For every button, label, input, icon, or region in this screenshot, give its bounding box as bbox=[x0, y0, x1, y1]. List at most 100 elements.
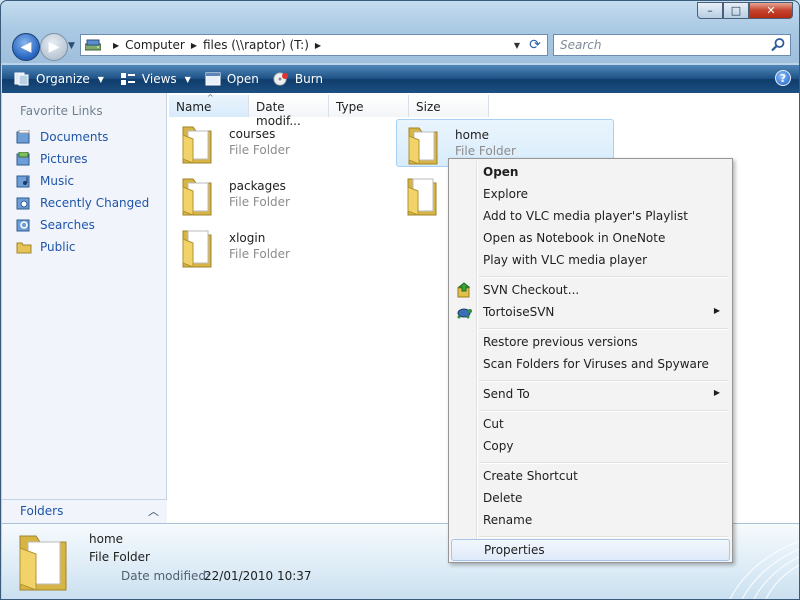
menu-separator bbox=[479, 462, 728, 464]
sidebar-item-public[interactable]: Public bbox=[16, 240, 76, 254]
menu-item-send-to[interactable]: Send To ▶ bbox=[451, 383, 730, 405]
open-button[interactable]: Open bbox=[205, 67, 259, 91]
menu-item-open-as-onenote-notebook[interactable]: Open as Notebook in OneNote bbox=[451, 227, 730, 249]
folder-icon bbox=[407, 178, 437, 216]
menu-item-open[interactable]: Open bbox=[451, 161, 730, 183]
column-header-name[interactable]: ^ Name bbox=[169, 93, 249, 117]
explorer-window: – □ ✕ ◀ ▶ ▼ ▶ Computer ▶ files (\\raptor… bbox=[0, 0, 800, 600]
menu-item-svn-checkout[interactable]: SVN Checkout... bbox=[451, 279, 730, 301]
help-icon: ? bbox=[779, 71, 787, 85]
breadcrumb-separator-icon[interactable]: ▶ bbox=[191, 41, 197, 50]
views-label: Views bbox=[141, 72, 177, 86]
favorite-links-heading: Favorite Links bbox=[20, 104, 103, 118]
forward-button[interactable]: ▶ bbox=[40, 33, 68, 61]
file-item-courses[interactable]: courses File Folder bbox=[171, 119, 381, 167]
menu-item-properties[interactable]: Properties bbox=[451, 539, 730, 561]
sidebar-item-documents[interactable]: Documents bbox=[16, 130, 108, 144]
sidebar-item-label: Recently Changed bbox=[40, 196, 150, 210]
music-icon bbox=[16, 175, 30, 188]
menu-item-tortoisesvn[interactable]: TortoiseSVN ▶ bbox=[451, 301, 730, 323]
recent-pages-dropdown[interactable]: ▼ bbox=[68, 41, 75, 51]
menu-item-scan-for-viruses[interactable]: Scan Folders for Viruses and Spyware bbox=[451, 353, 730, 375]
breadcrumb-computer[interactable]: Computer bbox=[125, 38, 185, 52]
menu-item-label: Cut bbox=[483, 417, 504, 431]
searches-icon bbox=[16, 219, 30, 232]
command-bar: Organize ▼ Views ▼ Open Burn ? bbox=[2, 65, 799, 93]
menu-item-label: Properties bbox=[484, 543, 545, 557]
menu-item-label: SVN Checkout... bbox=[483, 283, 580, 297]
folders-toggle[interactable]: Folders ︿ bbox=[2, 499, 167, 523]
menu-item-rename[interactable]: Rename bbox=[451, 509, 730, 531]
menu-item-delete[interactable]: Delete bbox=[451, 487, 730, 509]
refresh-button[interactable]: ⟳ bbox=[524, 35, 546, 55]
menu-item-restore-previous-versions[interactable]: Restore previous versions bbox=[451, 331, 730, 353]
sidebar-item-label: Documents bbox=[40, 130, 109, 144]
views-icon bbox=[120, 73, 135, 85]
file-type: File Folder bbox=[455, 144, 516, 158]
sidebar-item-searches[interactable]: Searches bbox=[16, 218, 95, 232]
menu-item-label: Play with VLC media player bbox=[483, 253, 648, 267]
organize-button[interactable]: Organize ▼ bbox=[14, 67, 104, 91]
menu-item-label: Delete bbox=[483, 491, 523, 505]
folder-icon bbox=[182, 126, 212, 164]
menu-item-label: Open bbox=[483, 165, 519, 179]
chevron-down-icon: ▼ bbox=[97, 74, 104, 84]
search-icon[interactable] bbox=[770, 37, 786, 53]
refresh-icon: ⟳ bbox=[529, 37, 541, 53]
file-item-hidden[interactable] bbox=[396, 171, 446, 219]
file-type: File Folder bbox=[229, 195, 290, 209]
breadcrumb-separator-icon[interactable]: ▶ bbox=[315, 41, 321, 50]
file-name: home bbox=[455, 128, 490, 142]
maximize-button[interactable]: □ bbox=[723, 2, 749, 19]
chevron-up-icon[interactable]: ︿ bbox=[148, 503, 159, 519]
menu-item-label: Open as Notebook in OneNote bbox=[483, 231, 666, 245]
search-input[interactable]: Search bbox=[553, 34, 791, 56]
menu-item-label: Rename bbox=[483, 513, 533, 527]
column-header-date-modified[interactable]: Date modif... bbox=[249, 95, 329, 128]
folder-icon bbox=[408, 127, 438, 165]
organize-label: Organize bbox=[36, 72, 90, 86]
column-header-type[interactable]: Type bbox=[329, 95, 409, 117]
breadcrumb-drive[interactable]: files (\\raptor) (T:) bbox=[203, 38, 309, 52]
menu-item-cut[interactable]: Cut bbox=[451, 413, 730, 435]
organize-icon bbox=[14, 72, 29, 86]
menu-item-explore[interactable]: Explore bbox=[451, 183, 730, 205]
menu-item-add-to-vlc-playlist[interactable]: Add to VLC media player's Playlist bbox=[451, 205, 730, 227]
open-window-icon bbox=[205, 72, 221, 86]
menu-item-copy[interactable]: Copy bbox=[451, 435, 730, 457]
sidebar-item-label: Searches bbox=[40, 218, 95, 232]
menu-item-label: Restore previous versions bbox=[483, 335, 638, 349]
chevron-down-icon: ▼ bbox=[184, 74, 191, 84]
menu-separator bbox=[479, 328, 728, 330]
menu-separator bbox=[479, 410, 728, 412]
sidebar-item-pictures[interactable]: Pictures bbox=[16, 152, 88, 166]
burn-button[interactable]: Burn bbox=[273, 67, 323, 91]
column-header-size[interactable]: Size bbox=[409, 95, 489, 117]
help-button[interactable]: ? bbox=[775, 70, 791, 86]
file-item-packages[interactable]: packages File Folder bbox=[171, 171, 381, 219]
menu-item-create-shortcut[interactable]: Create Shortcut bbox=[451, 465, 730, 487]
close-button[interactable]: ✕ bbox=[749, 2, 793, 19]
column-header-label: Type bbox=[336, 100, 364, 114]
details-date-value: 22/01/2010 10:37 bbox=[204, 569, 312, 583]
sidebar-item-label: Pictures bbox=[40, 152, 88, 166]
details-name: home bbox=[89, 532, 124, 546]
menu-item-play-with-vlc[interactable]: Play with VLC media player bbox=[451, 249, 730, 271]
tortoisesvn-icon bbox=[457, 308, 472, 319]
file-item-xlogin[interactable]: xlogin File Folder bbox=[171, 223, 381, 271]
address-bar[interactable]: ▶ Computer ▶ files (\\raptor) (T:) ▶ ▼ bbox=[80, 34, 548, 56]
sidebar-item-recently-changed[interactable]: Recently Changed bbox=[16, 196, 149, 210]
minimize-button[interactable]: – bbox=[697, 2, 723, 19]
menu-separator bbox=[479, 380, 728, 382]
views-button[interactable]: Views ▼ bbox=[120, 67, 191, 91]
menu-item-label: Create Shortcut bbox=[483, 469, 578, 483]
sidebar-item-music[interactable]: Music bbox=[16, 174, 74, 188]
file-type: File Folder bbox=[229, 247, 290, 261]
caption-buttons: – □ ✕ bbox=[697, 2, 793, 19]
back-button[interactable]: ◀ bbox=[12, 33, 40, 61]
menu-separator bbox=[479, 276, 728, 278]
menu-separator bbox=[479, 536, 728, 538]
navigation-pane: Favorite Links Documents Pictures Music … bbox=[2, 93, 167, 523]
documents-icon bbox=[16, 130, 30, 144]
file-name: packages bbox=[229, 179, 286, 193]
